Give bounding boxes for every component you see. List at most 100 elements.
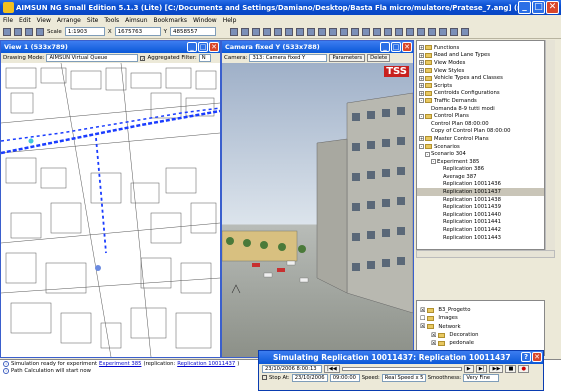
collapse-icon[interactable]: - <box>425 151 430 157</box>
layer-visibility-checkbox[interactable]: ☒ <box>420 307 425 314</box>
layer-row[interactable]: ☒ pedonale <box>417 339 544 347</box>
menu-bookmarks[interactable]: Bookmarks <box>154 17 188 24</box>
tree-scrollbar[interactable] <box>545 40 555 250</box>
split-tool-icon[interactable] <box>438 27 447 36</box>
tree-item[interactable]: Replication 10011438 <box>417 196 544 204</box>
open-folder-icon[interactable] <box>14 27 22 36</box>
expand-icon[interactable]: + <box>419 52 424 58</box>
replication-link[interactable]: Replication 10011437 <box>177 361 235 367</box>
tree-item[interactable]: Control Plan 08:00:00 <box>417 120 544 128</box>
close-button[interactable]: ✕ <box>546 1 559 14</box>
collapse-icon[interactable]: - <box>419 98 424 104</box>
speed-select[interactable]: Real Speed x 5 <box>381 373 426 382</box>
help-button[interactable]: ? <box>521 352 531 362</box>
layer-visibility-checkbox[interactable]: ☒ <box>431 332 436 339</box>
tree-item[interactable]: Replication 10011441 <box>417 219 544 227</box>
menu-aimsun[interactable]: Aimsun <box>125 17 147 24</box>
layer-tool-icon[interactable] <box>427 27 436 36</box>
tree-item[interactable]: + Vehicle Types and Classes <box>417 74 544 82</box>
tree-item[interactable]: Domanda 8-9 tutti modi <box>417 105 544 113</box>
camera-minimize-button[interactable]: _ <box>380 42 390 52</box>
tree-item[interactable]: + View Modes <box>417 59 544 67</box>
tree-item[interactable]: Replication 10011442 <box>417 226 544 234</box>
tree-item[interactable]: - Scenarios <box>417 143 544 151</box>
layer-row[interactable]: ☒ B3_Progetto <box>417 306 544 314</box>
tree-item[interactable]: Replication 10011437 <box>417 188 544 196</box>
expand-icon[interactable]: + <box>419 136 424 142</box>
layer-visibility-checkbox[interactable]: ☒ <box>431 340 436 347</box>
new-file-icon[interactable] <box>3 27 11 36</box>
view1-maximize-button[interactable]: □ <box>198 42 208 52</box>
select-tool-icon[interactable] <box>229 27 238 36</box>
help-cursor-icon[interactable] <box>36 27 44 36</box>
parameters-button[interactable]: Parameters <box>329 54 366 62</box>
layer-row[interactable]: ☒ Decoration <box>417 331 544 339</box>
smoothness-select[interactable]: Very Fine <box>463 373 500 382</box>
aggregated-checkbox[interactable]: ✓ <box>140 55 146 61</box>
image-tool-icon[interactable] <box>372 27 381 36</box>
line-tool-icon[interactable] <box>317 27 326 36</box>
tree-hscrollbar[interactable] <box>416 250 555 258</box>
menu-tools[interactable]: Tools <box>104 17 119 24</box>
maximize-button[interactable]: □ <box>532 1 545 14</box>
tree-item[interactable]: + Scripts <box>417 82 544 90</box>
aggregated-filter-select[interactable]: N <box>198 54 211 62</box>
expand-icon[interactable]: + <box>419 83 424 89</box>
tree-item[interactable]: + Road and Lane Types <box>417 52 544 60</box>
section-tool-icon[interactable] <box>251 27 260 36</box>
scale-input[interactable]: 1:1903 <box>64 27 105 36</box>
layer-row[interactable]: ☐ Images <box>417 314 544 322</box>
expand-icon[interactable]: + <box>419 90 424 96</box>
expand-icon[interactable]: + <box>419 68 424 74</box>
view1-close-button[interactable]: ✕ <box>209 42 219 52</box>
tree-item[interactable]: Copy of Control Plan 08:00:00 <box>417 128 544 136</box>
text-tool-icon[interactable] <box>361 27 370 36</box>
record-button[interactable]: ● <box>518 364 529 373</box>
layer-visibility-checkbox[interactable]: ☐ <box>420 315 425 322</box>
stop-date-field[interactable]: 23/10/2006 <box>291 373 328 382</box>
centroid-tool-icon[interactable] <box>328 27 337 36</box>
tree-item[interactable]: Replication 10011439 <box>417 203 544 211</box>
camera-3d-view[interactable]: TSS <box>222 63 413 357</box>
grid-tool-icon[interactable] <box>416 27 425 36</box>
detector-tool-icon[interactable] <box>339 27 348 36</box>
minimize-button[interactable]: _ <box>518 1 531 14</box>
stop-button[interactable]: ■ <box>505 364 517 373</box>
zoom-tool-icon[interactable] <box>240 27 249 36</box>
layer-row[interactable]: ☒ Network <box>417 323 544 331</box>
tree-item[interactable]: + View Styles <box>417 67 544 75</box>
menu-site[interactable]: Site <box>87 17 99 24</box>
tree-item[interactable]: + Centroids Configurations <box>417 90 544 98</box>
pen-tool-icon[interactable] <box>460 27 469 36</box>
fast-forward-button[interactable]: ▶▶ <box>489 364 504 373</box>
layer-visibility-checkbox[interactable]: ☒ <box>420 323 425 330</box>
stop-at-checkbox[interactable] <box>262 375 267 380</box>
step-button[interactable]: ▶| <box>475 364 488 373</box>
network-map[interactable] <box>1 63 220 357</box>
arc-tool-icon[interactable] <box>306 27 315 36</box>
menu-view[interactable]: View <box>37 17 51 24</box>
drawing-mode-select[interactable]: AIMSUN Virtual Queue <box>46 54 139 62</box>
x-coordinate-field[interactable]: 1675763 <box>114 27 161 36</box>
collapse-icon[interactable]: - <box>419 113 424 119</box>
tree-item[interactable]: - Experiment 385 <box>417 158 544 166</box>
filter-tool-icon[interactable] <box>449 27 458 36</box>
polyline-tool-icon[interactable] <box>284 27 293 36</box>
vms-tool-icon[interactable] <box>350 27 359 36</box>
progress-slider[interactable] <box>341 366 462 371</box>
delete-button[interactable]: Delete <box>367 54 391 62</box>
save-icon[interactable] <box>25 27 33 36</box>
simulation-close-button[interactable]: ✕ <box>532 352 542 362</box>
tree-item[interactable]: Replication 10011440 <box>417 211 544 219</box>
menu-arrange[interactable]: Arrange <box>57 17 81 24</box>
tree-item[interactable]: Replication 386 <box>417 166 544 174</box>
tree-item[interactable]: Replication 10011436 <box>417 181 544 189</box>
tree-item[interactable]: Average 387 <box>417 173 544 181</box>
centroid-marker[interactable] <box>28 138 34 144</box>
turn-tool-icon[interactable] <box>262 27 271 36</box>
play-button[interactable]: ▶ <box>463 364 474 373</box>
bus-stop-tool-icon[interactable] <box>383 27 392 36</box>
stop-time-field[interactable]: 09:00:00 <box>329 373 360 382</box>
view1-minimize-button[interactable]: _ <box>187 42 197 52</box>
expand-icon[interactable]: + <box>419 45 424 51</box>
